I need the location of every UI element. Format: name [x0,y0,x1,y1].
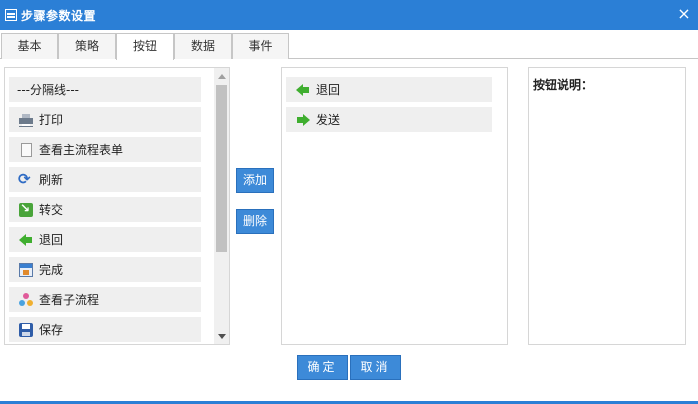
forward-arrow-icon [296,113,310,127]
tab-strategy[interactable]: 策略 [58,33,116,59]
list-item-return[interactable]: 退回 [9,227,201,252]
list-item-view-main-form[interactable]: 查看主流程表单 [9,137,201,162]
dialog-icon [5,9,17,21]
tab-data[interactable]: 数据 [174,33,232,59]
close-icon[interactable]: × [676,6,692,22]
button-description-panel: 按钮说明： [528,67,686,345]
list-item-complete[interactable]: 完成 [9,257,201,282]
complete-icon [19,262,33,277]
scrollbar-thumb[interactable] [216,85,227,252]
cancel-button[interactable]: 取消 [350,355,401,380]
tab-basic[interactable]: 基本 [1,33,58,59]
save-icon [19,322,33,337]
refresh-icon [18,170,33,188]
back-arrow-icon [19,233,33,247]
ok-button[interactable]: 确定 [297,355,348,380]
scroll-down-icon[interactable] [214,328,229,344]
description-label: 按钮说明： [533,78,594,92]
subprocess-icon [19,292,33,307]
dialog-title: 步骤参数设置 [21,8,97,23]
list-item-save[interactable]: 保存 [9,317,201,342]
selected-item-send[interactable]: 发送 [286,107,492,132]
available-buttons-list[interactable]: ---分隔线--- 打印 查看主流程表单 刷新 转交 退回 完成 查看子流程 保… [4,67,230,345]
list-scrollbar[interactable] [214,68,229,344]
list-item-refresh[interactable]: 刷新 [9,167,201,192]
list-item-print[interactable]: 打印 [9,107,201,132]
delete-button[interactable]: 删除 [236,209,274,234]
transfer-icon [19,201,33,217]
tab-buttons[interactable]: 按钮 [116,33,174,60]
scroll-up-icon[interactable] [214,68,229,84]
list-item-transfer[interactable]: 转交 [9,197,201,222]
printer-icon [19,112,33,127]
selected-buttons-list[interactable]: 退回 发送 [281,67,508,345]
list-item-separator[interactable]: ---分隔线--- [9,77,201,102]
list-item-view-subprocess[interactable]: 查看子流程 [9,287,201,312]
tab-events[interactable]: 事件 [232,33,289,59]
selected-item-return[interactable]: 退回 [286,77,492,102]
back-arrow-icon [296,83,310,97]
dialog-titlebar: 步骤参数设置 × [0,0,698,30]
document-icon [21,142,32,157]
tab-bar: 基本 策略 按钮 数据 事件 [0,30,698,60]
add-button[interactable]: 添加 [236,168,274,193]
